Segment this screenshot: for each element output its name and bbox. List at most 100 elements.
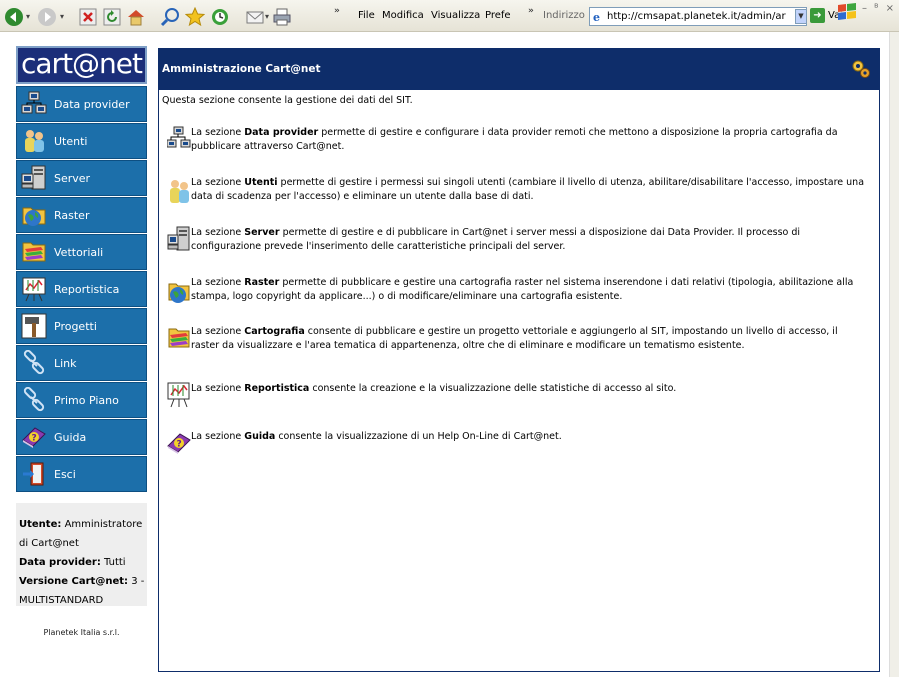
section-text: La sezione — [191, 326, 245, 337]
gears-icon — [852, 60, 870, 78]
nav-vettoriali[interactable]: Vettoriali — [16, 234, 147, 270]
section-text: permette di gestire i permessi sui singo… — [191, 177, 865, 202]
section-name: Reportistica — [244, 383, 310, 394]
globe-folder-icon — [20, 201, 48, 229]
address-input[interactable]: e http://cmsapat.planetek.it/admin/ar — [589, 7, 807, 26]
intro-text: Questa sezione consente la gestione dei … — [162, 95, 413, 106]
help-book-icon: ? — [167, 430, 193, 460]
exit-door-icon — [20, 460, 48, 488]
section-text: La sezione — [191, 227, 245, 238]
section-text: consente la visualizzazione di un Help O… — [275, 431, 562, 442]
chart-board-icon — [167, 382, 193, 412]
dp-label: Data provider: — [19, 557, 101, 568]
nav-reportistica[interactable]: Reportistica — [16, 271, 147, 307]
link-icon — [20, 349, 48, 377]
section-name: Server — [244, 227, 280, 238]
server-icon — [20, 164, 48, 192]
section-name: Raster — [244, 277, 280, 288]
section-reportistica: La sezione Reportistica consente la crea… — [167, 382, 867, 408]
nav-progetti[interactable]: Progetti — [16, 308, 147, 344]
nav-utenti[interactable]: Utenti — [16, 123, 147, 159]
section-cartografia: La sezione Cartografia consente di pubbl… — [167, 325, 867, 352]
nav-label: Data provider — [54, 97, 130, 111]
nav-label: Server — [54, 171, 91, 185]
nav-link[interactable]: Link — [16, 345, 147, 381]
svg-text:?: ? — [32, 434, 37, 444]
section-text: La sezione — [191, 127, 245, 138]
search-icon[interactable] — [160, 7, 180, 27]
section-text: consente la creazione e la visualizzazio… — [309, 383, 677, 394]
nav-label: Vettoriali — [54, 245, 104, 259]
nav-data-provider[interactable]: Data provider — [16, 86, 147, 122]
nav-raster[interactable]: Raster — [16, 197, 147, 233]
favorites-star-icon[interactable] — [185, 7, 205, 27]
menu-file[interactable]: File — [358, 10, 375, 21]
data-provider-info: Data provider: Tutti — [19, 553, 145, 572]
server-icon — [167, 226, 193, 256]
nav-primo-piano[interactable]: Primo Piano — [16, 382, 147, 418]
user-info: Utente: Amministratore di Cart@net — [19, 515, 145, 553]
layers-folder-icon — [20, 238, 48, 266]
vertical-scrollbar[interactable] — [889, 32, 899, 677]
layers-folder-icon — [167, 325, 193, 355]
section-name: Cartografia — [244, 326, 305, 337]
section-utenti: La sezione Utenti permette di gestire i … — [167, 176, 867, 203]
history-icon[interactable] — [210, 7, 230, 27]
menu-visualizza[interactable]: Visualizza — [431, 10, 480, 21]
address-label: Indirizzo — [543, 10, 585, 21]
cartanet-logo: cart@net — [16, 46, 147, 84]
section-server: La sezione Server permette di gestire e … — [167, 226, 867, 253]
hammer-icon — [20, 312, 48, 340]
dp-value: Tutti — [104, 557, 126, 568]
version-info: Versione Cart@net: 3 - MULTISTANDARD — [19, 572, 145, 610]
section-text: permette di gestire e di pubblicare in C… — [191, 227, 801, 252]
section-text: permette di pubblicare e gestire una car… — [191, 277, 854, 302]
section-text: La sezione — [191, 431, 245, 442]
nav-label: Reportistica — [54, 282, 120, 296]
go-arrow-icon[interactable]: ➜ — [810, 8, 825, 23]
panel-header: Amministrazione Cart@net — [159, 49, 879, 90]
ie-page-icon: e — [592, 10, 605, 23]
back-dropdown-icon[interactable]: ▾ — [26, 12, 30, 21]
section-text: La sezione — [191, 383, 245, 394]
section-name: Utenti — [244, 177, 278, 188]
nav-label: Esci — [54, 467, 76, 481]
menu-preferiti[interactable]: Prefe — [485, 10, 511, 21]
users-icon — [167, 176, 193, 206]
section-guida: ? La sezione Guida consente la visualizz… — [167, 430, 867, 454]
mail-dropdown-icon[interactable]: ▾ — [265, 12, 269, 21]
version-label: Versione Cart@net: — [19, 576, 129, 587]
session-info-box: Utente: Amministratore di Cart@net Data … — [16, 503, 147, 606]
menu-modifica[interactable]: Modifica — [382, 10, 424, 21]
address-dropdown-icon[interactable]: ▼ — [795, 9, 807, 24]
nav-label: Guida — [54, 430, 87, 444]
section-name: Data provider — [244, 127, 319, 138]
nav-label: Link — [54, 356, 77, 370]
section-raster: La sezione Raster permette di pubblicare… — [167, 276, 867, 303]
browser-toolbar: ▾ ▾ ▾ » File Modifica Visualizza Prefe »… — [0, 0, 899, 32]
print-icon[interactable] — [272, 7, 292, 27]
home-icon[interactable] — [126, 7, 146, 27]
users-icon — [20, 127, 48, 155]
svg-text:e: e — [593, 11, 600, 23]
nav-guida[interactable]: ? Guida — [16, 419, 147, 455]
user-label: Utente: — [19, 519, 62, 530]
nav-label: Utenti — [54, 134, 88, 148]
back-icon[interactable] — [4, 7, 24, 27]
section-text: La sezione — [191, 177, 245, 188]
network-computers-icon — [166, 126, 193, 156]
panel-title: Amministrazione Cart@net — [162, 63, 321, 75]
nav-label: Raster — [54, 208, 90, 222]
forward-dropdown-icon[interactable]: ▾ — [60, 12, 64, 21]
nav-server[interactable]: Server — [16, 160, 147, 196]
refresh-icon[interactable] — [102, 7, 122, 27]
company-footer: Planetek Italia s.r.l. — [43, 628, 120, 637]
menu-overflow-icon[interactable]: » — [528, 6, 534, 16]
nav-esci[interactable]: Esci — [16, 456, 147, 492]
nav-label: Progetti — [54, 319, 97, 333]
stop-icon[interactable] — [78, 7, 98, 27]
toolbar-overflow-icon[interactable]: » — [334, 6, 340, 16]
window-controls[interactable]: – ⁠ᴮ × — [862, 3, 896, 14]
mail-icon[interactable] — [245, 7, 265, 27]
forward-icon[interactable] — [37, 7, 57, 27]
